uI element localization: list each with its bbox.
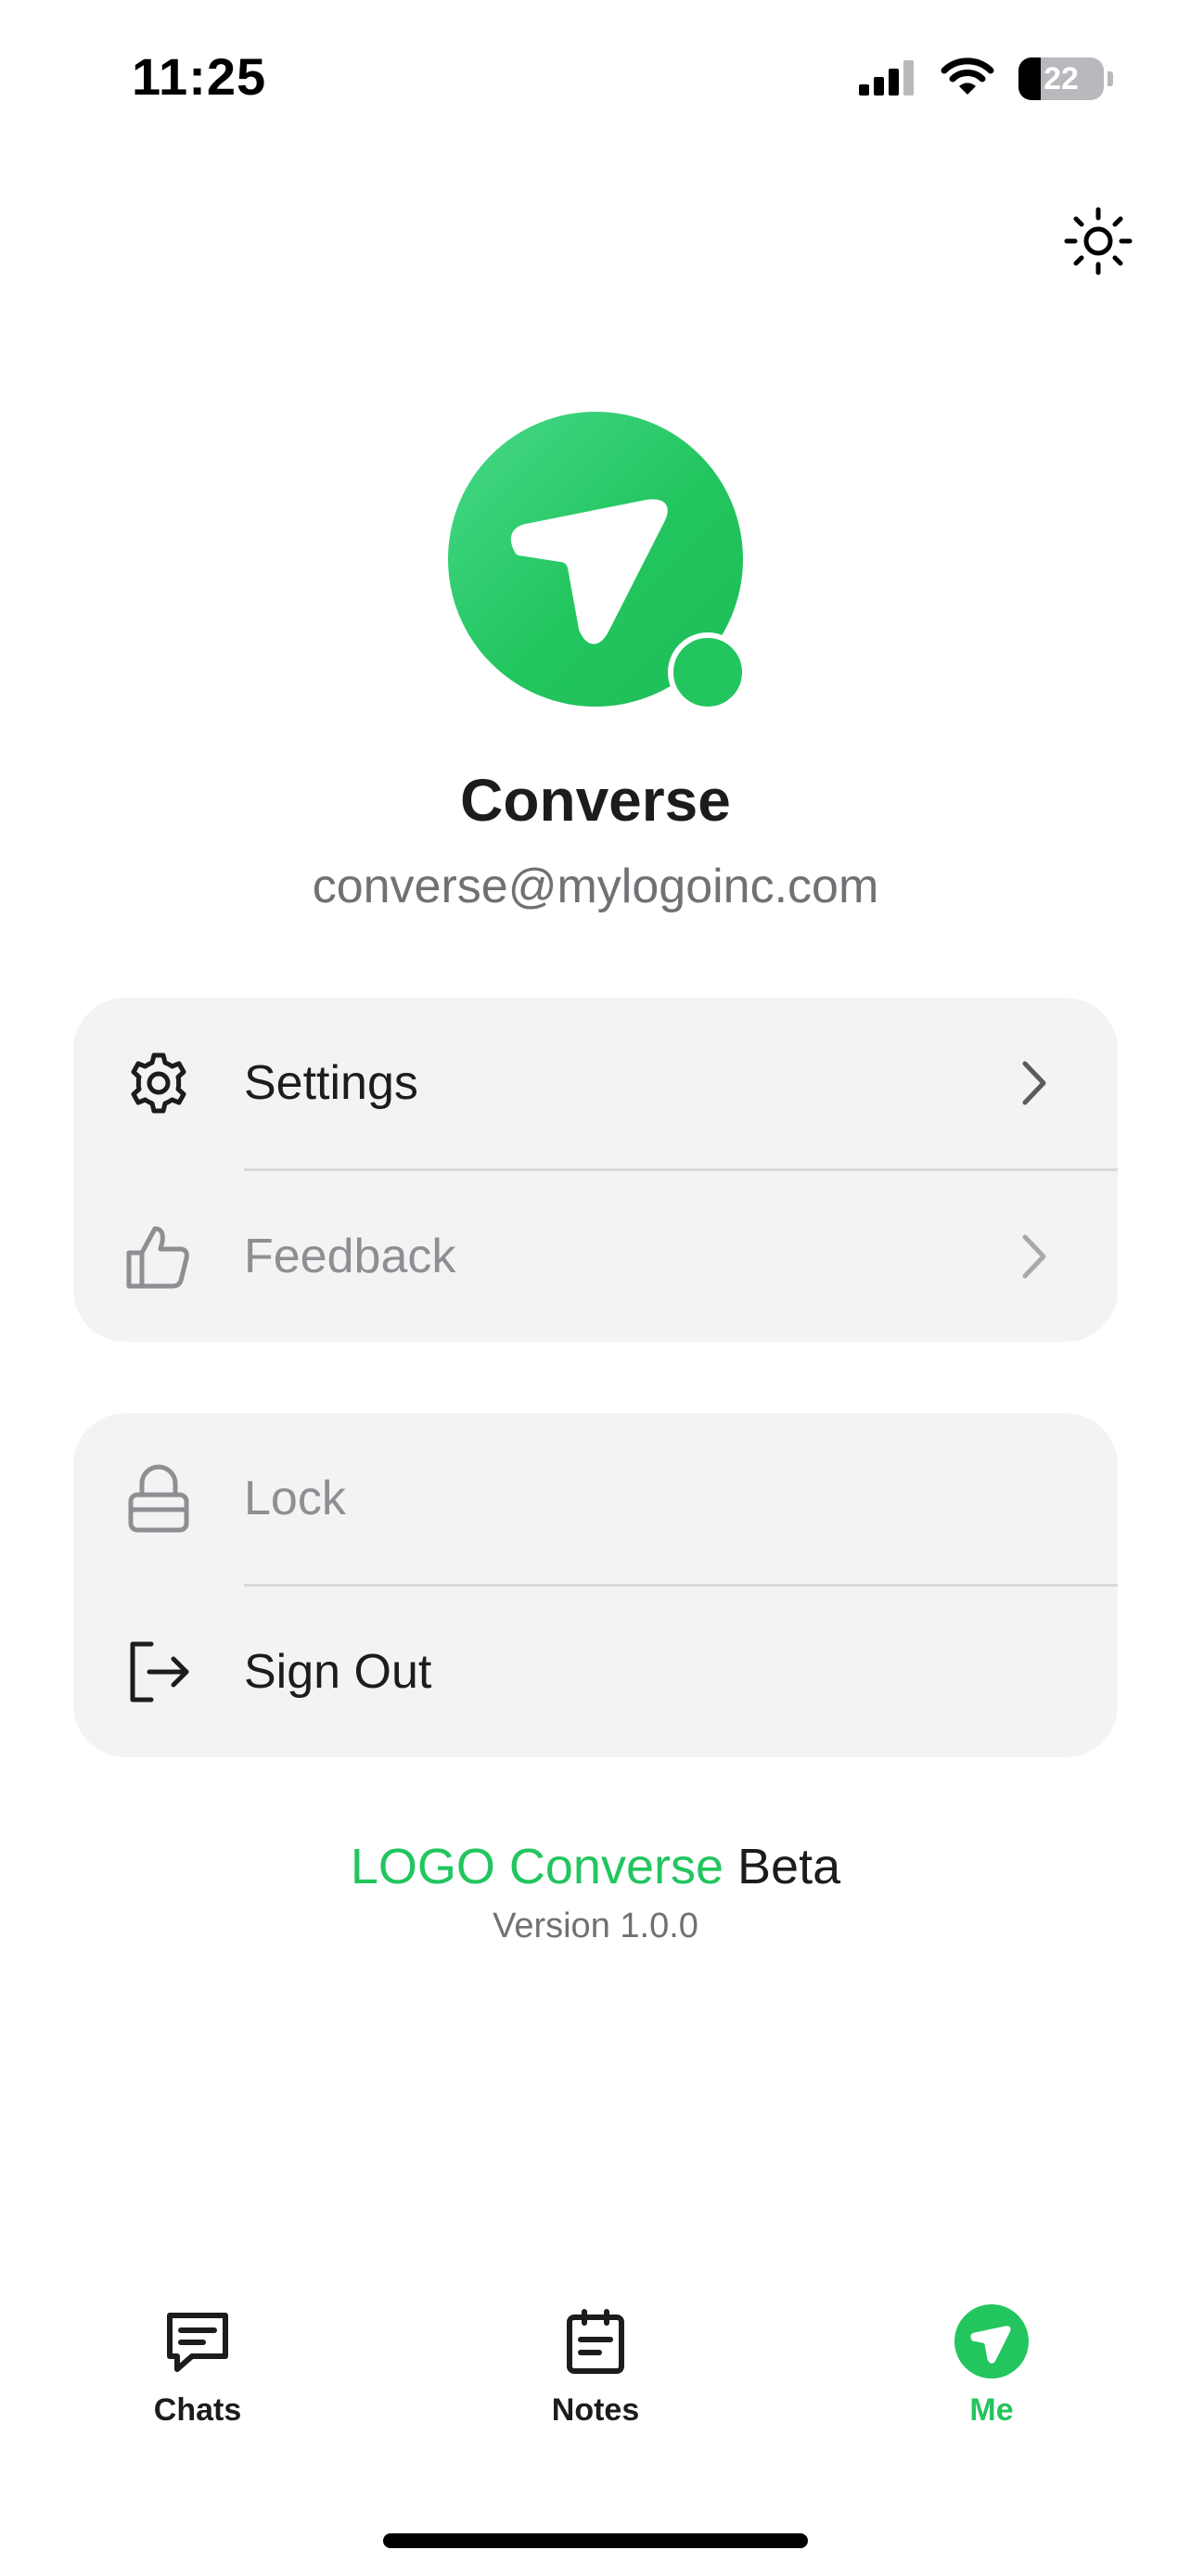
app-brand-name: LOGO Converse [350, 1839, 724, 1894]
menu-group-security: Lock Sign Out [73, 1413, 1118, 1757]
tab-notes-label: Notes [551, 2392, 640, 2428]
feedback-row[interactable]: Feedback [73, 1171, 1118, 1342]
sign-out-icon [122, 1635, 196, 1709]
theme-toggle-button[interactable] [1061, 206, 1135, 280]
chevron-right-icon [1016, 1229, 1053, 1284]
battery-tip [1108, 71, 1113, 86]
tab-bar: Chats Notes Me [0, 2300, 1191, 2457]
online-status-dot [668, 632, 748, 712]
app-version: Version 1.0.0 [493, 1906, 698, 1945]
tab-chats-label: Chats [153, 2392, 242, 2428]
battery-level: 22 [1044, 61, 1079, 96]
feedback-label: Feedback [244, 1230, 456, 1283]
thumbs-up-icon [122, 1219, 196, 1294]
lock-icon [122, 1461, 196, 1536]
tab-chats[interactable]: Chats [58, 2300, 337, 2429]
wifi-icon [941, 57, 994, 101]
status-icons: 22 [859, 56, 1113, 102]
chat-icon [156, 2300, 239, 2383]
sun-icon [1063, 206, 1133, 281]
lock-row[interactable]: Lock [73, 1413, 1118, 1584]
settings-label: Settings [244, 1056, 418, 1110]
app-brand: LOGO Converse Beta [0, 1838, 1191, 1895]
settings-row[interactable]: Settings [73, 998, 1118, 1168]
tab-me-label: Me [969, 2392, 1014, 2428]
sign-out-row[interactable]: Sign Out [73, 1587, 1118, 1757]
paper-plane-icon [950, 2300, 1033, 2383]
gear-icon [122, 1046, 196, 1120]
lock-label: Lock [244, 1472, 346, 1525]
profile-email: converse@mylogoinc.com [312, 860, 879, 913]
battery-icon: 22 [1018, 57, 1104, 100]
menu-group-account: Settings Feedback [73, 998, 1118, 1342]
profile-name: Converse [460, 767, 731, 834]
signal-icon [859, 58, 916, 100]
app-brand-badge: Beta [737, 1839, 841, 1894]
notes-icon [554, 2300, 637, 2383]
tab-me[interactable]: Me [852, 2300, 1131, 2429]
sign-out-label: Sign Out [244, 1645, 432, 1699]
tab-notes[interactable]: Notes [456, 2300, 735, 2429]
chevron-right-icon [1016, 1055, 1053, 1111]
home-indicator [383, 2533, 808, 2548]
status-time: 11:25 [132, 47, 267, 106]
